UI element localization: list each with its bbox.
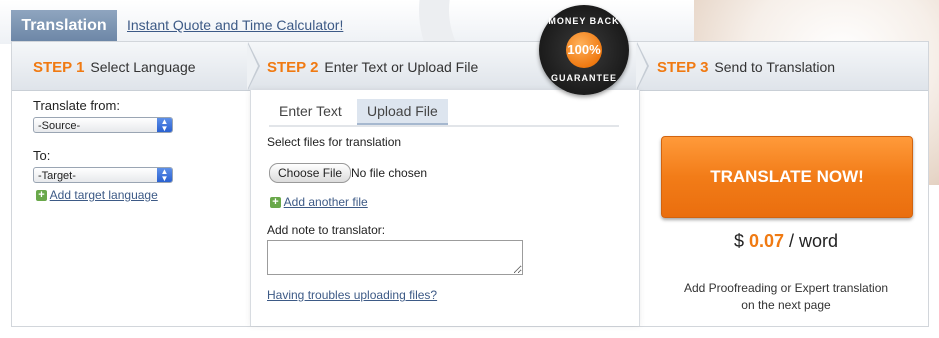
select-arrows-icon: ▲ ▼ xyxy=(157,168,172,183)
step-1-number: STEP 1 xyxy=(33,59,85,76)
steps-bar: STEP 1 Select Language STEP 2 Enter Text o… xyxy=(12,42,928,91)
step-3-header: STEP 3 Send to Translation xyxy=(657,59,835,76)
upload-trouble-row: Having troubles uploading files? xyxy=(267,288,437,302)
to-label: To: xyxy=(33,148,51,163)
badge-top-text: MONEY BACK xyxy=(548,16,620,26)
select-arrows-icon: ▲ ▼ xyxy=(157,118,172,133)
proofreading-note: Add Proofreading or Expert translation o… xyxy=(661,280,911,314)
add-another-file-row: + Add another file xyxy=(270,195,368,209)
add-target-language-row: + Add target language xyxy=(36,188,158,202)
target-select-value: -Target- xyxy=(38,170,76,182)
note-to-translator-label: Add note to translator: xyxy=(267,223,386,237)
upload-trouble-link[interactable]: Having troubles uploading files? xyxy=(267,288,437,302)
step-1-header: STEP 1 Select Language xyxy=(33,59,196,76)
proofreading-note-line-1: Add Proofreading or Expert translation xyxy=(683,281,889,295)
select-files-label: Select files for translation xyxy=(267,135,402,149)
add-target-language-link[interactable]: Add target language xyxy=(50,188,158,202)
translate-now-button[interactable]: TRANSLATE NOW! xyxy=(661,136,913,218)
plus-icon[interactable]: + xyxy=(36,190,47,202)
translate-from-label: Translate from: xyxy=(33,98,120,113)
step-2-header: STEP 2 Enter Text or Upload File xyxy=(267,59,478,76)
money-back-guarantee-badge: MONEY BACK 100% GUARANTEE xyxy=(539,5,629,95)
plus-icon[interactable]: + xyxy=(270,197,281,209)
step-1-label: Select Language xyxy=(90,59,196,75)
step-divider-2-inner xyxy=(636,42,647,90)
note-to-translator-textarea[interactable] xyxy=(267,240,523,275)
price-currency: $ xyxy=(733,231,744,251)
step-2-column: Enter Text Upload File Select files for … xyxy=(250,90,640,326)
target-language-select[interactable]: -Target- ▲ ▼ xyxy=(33,167,173,183)
translation-tab[interactable]: Translation xyxy=(11,10,117,41)
translation-panel: STEP 1 Select Language STEP 2 Enter Text o… xyxy=(11,41,929,327)
step-3-label: Send to Translation xyxy=(714,59,836,75)
add-another-file-link[interactable]: Add another file xyxy=(284,195,368,209)
tab-upload-file[interactable]: Upload File xyxy=(357,99,448,125)
source-language-select[interactable]: -Source- ▲ ▼ xyxy=(33,117,173,133)
price-unit: / word xyxy=(789,231,839,251)
input-mode-tabs: Enter Text Upload File xyxy=(269,99,619,127)
badge-bottom-text: GUARANTEE xyxy=(550,73,617,83)
top-header: Translation Instant Quote and Time Calcu… xyxy=(0,0,939,185)
proofreading-note-line-2: on the next page xyxy=(741,298,831,312)
instant-quote-link[interactable]: Instant Quote and Time Calculator! xyxy=(127,17,343,33)
price-per-word: $ 0.07 / word xyxy=(661,231,911,252)
choose-file-button[interactable]: Choose File xyxy=(269,163,352,183)
step-2-label: Enter Text or Upload File xyxy=(324,59,479,75)
no-file-chosen-text: No file chosen xyxy=(351,166,428,180)
step-3-number: STEP 3 xyxy=(657,59,709,76)
price-value: 0.07 xyxy=(748,231,785,251)
source-select-value: -Source- xyxy=(38,120,81,132)
step-divider-1-inner xyxy=(247,42,258,90)
step-2-number: STEP 2 xyxy=(267,59,319,76)
badge-center-text: 100% xyxy=(566,32,602,68)
tab-enter-text[interactable]: Enter Text xyxy=(269,99,352,123)
